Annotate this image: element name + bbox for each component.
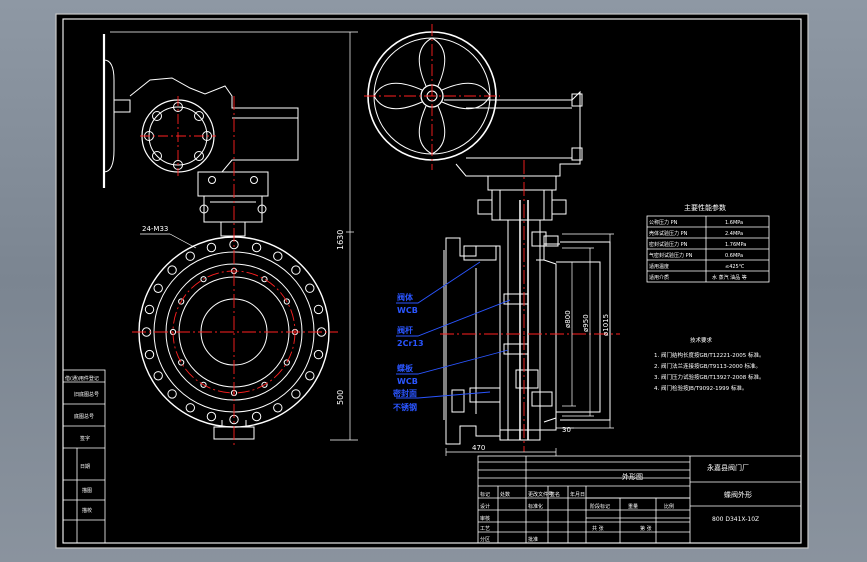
title-cell: 审核 xyxy=(480,515,490,522)
drawing-name: 外形图 xyxy=(622,472,643,481)
leader-1-name: 阀体 xyxy=(397,292,414,302)
title-cell: 标准化 xyxy=(528,503,543,510)
title-cell: 年月日 xyxy=(570,491,585,498)
leader-3-name: 蝶板 xyxy=(397,363,414,373)
title-cell: 分区 xyxy=(480,536,490,543)
spec-value: 0.6MPa xyxy=(725,253,743,259)
bottom-dim-label: 500 xyxy=(336,390,345,405)
title-cell: 签名 xyxy=(550,491,560,498)
leader-1-material: WCB xyxy=(397,306,418,315)
note-line: 2. 阀门法兰连接按GB/T9113-2000 标准。 xyxy=(654,362,761,370)
product-name: 蝶阀外形 xyxy=(724,490,752,499)
leader-2-name: 阀杆 xyxy=(397,325,413,335)
side-block-cell: 日期 xyxy=(80,464,90,470)
title-cell: 重量 xyxy=(628,503,638,510)
spec-value: ≤425℃ xyxy=(725,264,745,270)
model-number: 800 D341X-10Z xyxy=(712,516,759,523)
side-block-cell: 底图总号 xyxy=(74,413,94,420)
title-cell: 工艺 xyxy=(480,526,490,532)
spec-table-title: 主要性能参数 xyxy=(684,203,726,212)
dim-right: 30 xyxy=(562,426,571,434)
dim-d800: ø800 xyxy=(564,310,572,328)
spec-key: 公称压力 PN xyxy=(649,219,678,226)
title-cell: 标记 xyxy=(480,491,490,498)
drawing-sheet: 24-M33 1630 500 ø800 ø950 ø1015 470 30 阀… xyxy=(55,13,809,549)
leader-4-name: 密封面 xyxy=(392,388,417,398)
title-cell: 第 张 xyxy=(640,525,652,532)
cad-viewport: 24-M33 1630 500 ø800 ø950 ø1015 470 30 阀… xyxy=(0,0,867,562)
title-cell: 处数 xyxy=(500,491,510,498)
leader-4-material: 不锈钢 xyxy=(393,402,417,412)
notes-title: 技术要求 xyxy=(690,336,713,344)
side-block-cell: 描图 xyxy=(82,487,92,494)
dim-d1015: ø1015 xyxy=(602,314,610,336)
title-cell: 比例 xyxy=(664,503,674,510)
dim-d950: ø950 xyxy=(582,314,590,332)
spec-key: 气密封试验压力 PN xyxy=(649,252,693,259)
leader-2-material: 2Cr13 xyxy=(397,339,424,348)
spec-key: 密封试验压力 PN xyxy=(649,241,688,248)
side-block-cell: 旧底图总号 xyxy=(74,391,99,398)
leader-3-material: WCB xyxy=(397,377,418,386)
spec-value: 1.6MPa xyxy=(725,220,743,226)
note-line: 1. 阀门结构长度按GB/T12221-2005 标准。 xyxy=(654,351,764,359)
side-block-cell: 描校 xyxy=(82,507,92,514)
title-cell: 批准 xyxy=(528,536,538,543)
bolt-callout: 24-M33 xyxy=(142,225,168,233)
side-block-cell: 签字 xyxy=(80,435,90,442)
height-dim-label: 1630 xyxy=(336,230,345,250)
spec-key: 壳体试验压力 PN xyxy=(649,230,688,237)
spec-value: 2.4MPa xyxy=(725,231,743,237)
company-name: 永嘉县阀门厂 xyxy=(707,463,749,472)
dim-width: 470 xyxy=(472,444,485,452)
spec-value: 水 蒸汽 油品 等 xyxy=(712,274,747,281)
spec-key: 适用温度 xyxy=(649,263,669,270)
title-cell: 阶段标记 xyxy=(590,503,610,510)
side-block-cell: 借(通)用件登记 xyxy=(65,375,99,382)
spec-value: 1.76MPa xyxy=(725,242,746,248)
note-line: 4. 阀门检验按JB/T9092-1999 标准。 xyxy=(654,384,747,392)
note-line: 3. 阀门压力试验按GB/T13927-2008 标准。 xyxy=(654,373,764,381)
title-cell: 共 张 xyxy=(592,525,604,532)
spec-key: 适用介质 xyxy=(649,274,669,281)
title-cell: 设计 xyxy=(480,503,490,510)
